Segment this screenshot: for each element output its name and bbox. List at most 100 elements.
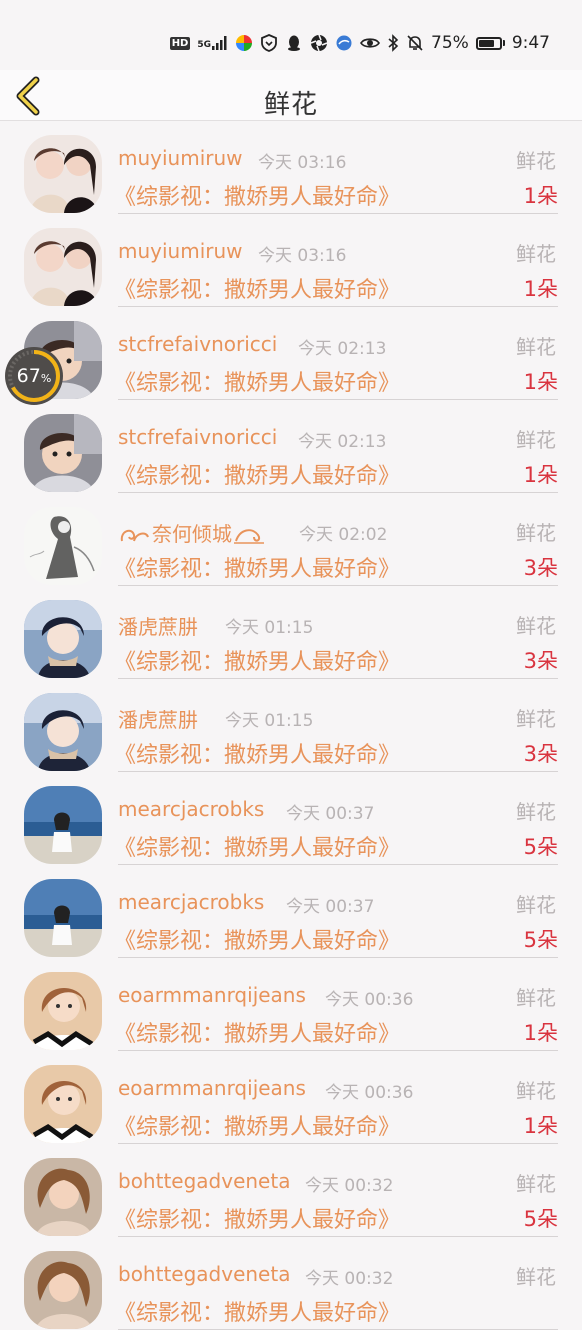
avatar[interactable]	[24, 228, 102, 306]
gift-type: 鲜花	[516, 707, 556, 731]
browser-icon	[335, 34, 353, 52]
list-item[interactable]: eoarmmanrqijeans 今天 00:36 鲜花《综影视：撒娇男人最好命》 1…	[0, 958, 582, 1051]
list-item[interactable]: mearcjacrobks 今天 00:37 鲜花《综影视：撒娇男人最好命》 5朵	[0, 772, 582, 865]
gift-type: 鲜花	[516, 149, 556, 173]
book-title-link[interactable]: 《综影视：撒娇男人最好命》	[114, 458, 400, 490]
eye-icon	[360, 34, 381, 52]
status-icons: HD 5G 75% 9:47	[169, 30, 550, 56]
book-title-link[interactable]: 《综影视：撒娇男人最好命》	[114, 1016, 400, 1048]
hd-icon: HD	[169, 36, 191, 50]
avatar[interactable]	[24, 1158, 102, 1236]
timestamp: 今天 00:37	[286, 804, 375, 824]
timestamp: 今天 00:32	[305, 1269, 394, 1289]
username[interactable]: bohttegadveneta	[118, 1169, 290, 1193]
timestamp: 今天 00:36	[325, 1083, 414, 1103]
avatar[interactable]	[24, 135, 102, 213]
gift-count: 5朵	[523, 928, 558, 952]
gift-count: 1朵	[523, 184, 558, 208]
list-item[interactable]: mearcjacrobks 今天 00:37 鲜花《综影视：撒娇男人最好命》 5朵	[0, 865, 582, 958]
book-title-link[interactable]: 《综影视：撒娇男人最好命》	[114, 1109, 400, 1141]
gift-type: 鲜花	[516, 242, 556, 266]
shield-icon	[260, 34, 278, 52]
gift-count: 5朵	[523, 1207, 558, 1231]
timestamp: 今天 02:13	[298, 339, 387, 359]
list-item[interactable]: bohttegadveneta 今天 00:32 鲜花《综影视：撒娇男人最好命》	[0, 1237, 582, 1330]
gift-count: 1朵	[523, 370, 558, 394]
avatar[interactable]	[24, 972, 102, 1050]
gift-count: 1朵	[523, 463, 558, 487]
book-title-link[interactable]: 《综影视：撒娇男人最好命》	[114, 272, 400, 304]
list-item[interactable]: stcfrefaivnoricci 今天 02:13 鲜花《综影视：撒娇男人最好命》…	[0, 400, 582, 493]
mute-bell-icon	[406, 34, 424, 52]
timestamp: 今天 02:13	[298, 432, 387, 452]
bluetooth-icon	[387, 34, 399, 52]
timestamp: 今天 01:15	[225, 618, 314, 638]
book-title-link[interactable]: 《综影视：撒娇男人最好命》	[114, 551, 400, 583]
username[interactable]: mearcjacrobks	[118, 797, 264, 821]
book-title-link[interactable]: 《综影视：撒娇男人最好命》	[114, 1202, 400, 1234]
username[interactable]: bohttegadveneta	[118, 1262, 290, 1286]
book-title-link[interactable]: 《综影视：撒娇男人最好命》	[114, 179, 400, 211]
username-text: 奈何倾城	[152, 522, 232, 546]
avatar[interactable]	[24, 786, 102, 864]
timestamp: 今天 03:16	[258, 246, 347, 266]
username[interactable]: eoarmmanrqijeans	[118, 1076, 306, 1100]
book-title-link[interactable]: 《综影视：撒娇男人最好命》	[114, 365, 400, 397]
username[interactable]: stcfrefaivnoricci	[118, 332, 277, 356]
avatar[interactable]	[24, 879, 102, 957]
gift-type: 鲜花	[516, 893, 556, 917]
battery-percent: 75%	[431, 33, 469, 53]
progress-value: 67%	[16, 365, 52, 387]
list-item[interactable]: stcfrefaivnoricci 今天 02:13 鲜花 《综影视：撒娇男人最好命》…	[0, 307, 582, 400]
username[interactable]: stcfrefaivnoricci	[118, 425, 277, 449]
avatar[interactable]	[24, 693, 102, 771]
book-title-link[interactable]: 《综影视：撒娇男人最好命》	[114, 923, 400, 955]
page-title: 鲜花	[263, 90, 318, 120]
gift-count: 3朵	[523, 742, 558, 766]
ornament-left-icon	[120, 529, 149, 542]
book-title-link[interactable]: 《综影视：撒娇男人最好命》	[114, 830, 400, 862]
username[interactable]: eoarmmanrqijeans	[118, 983, 306, 1007]
gift-count: 5朵	[523, 835, 558, 859]
gift-type: 鲜花	[516, 1265, 556, 1289]
list-item[interactable]: bohttegadveneta 今天 00:32 鲜花 《综影视：撒娇男人最好命》 5朵	[0, 1144, 582, 1237]
username[interactable]: muyiumiruw	[118, 239, 243, 263]
list-item[interactable]: muyiumiruw 今天 03:16 鲜花 《综影视：撒娇男人最好命》 1朵	[0, 214, 582, 307]
list-item[interactable]: 奈何倾城 今天 02:02 鲜花 《综影视：撒娇男人最好命》 3朵	[0, 493, 582, 586]
timestamp: 今天 00:37	[286, 897, 375, 917]
list-item[interactable]: eoarmmanrqijeans 今天 00:36 鲜花《综影视：撒娇男人最好命》 1…	[0, 1051, 582, 1144]
avatar[interactable]	[24, 414, 102, 492]
app-pinwheel-icon	[235, 34, 253, 52]
gift-count: 1朵	[523, 1114, 558, 1138]
username[interactable]: 潘虎蔗肼	[118, 704, 198, 733]
aperture-icon	[310, 34, 328, 52]
app-header: 鲜花	[0, 70, 582, 121]
gift-type: 鲜花	[516, 428, 556, 452]
gift-type: 鲜花	[516, 1079, 556, 1103]
avatar[interactable]	[24, 507, 102, 585]
book-title-link[interactable]: 《综影视：撒娇男人最好命》	[114, 737, 400, 769]
list-item[interactable]: muyiumiruw 今天 03:16 鲜花 《综影视：撒娇男人最好命》 1朵	[0, 121, 582, 214]
status-bar: HD 5G 75% 9:47	[0, 0, 582, 70]
gift-type: 鲜花	[516, 800, 556, 824]
gift-type: 鲜花	[516, 986, 556, 1010]
username[interactable]: mearcjacrobks	[118, 890, 264, 914]
username[interactable]: 奈何倾城	[118, 518, 266, 547]
book-title-link[interactable]: 《综影视：撒娇男人最好命》	[114, 644, 400, 676]
signal-icon: 5G	[197, 36, 228, 50]
avatar[interactable]	[24, 1251, 102, 1329]
floating-progress-badge[interactable]: 67%	[5, 347, 63, 405]
avatar[interactable]	[24, 600, 102, 678]
avatar[interactable]	[24, 1065, 102, 1143]
gift-count: 3朵	[523, 556, 558, 580]
username[interactable]: 潘虎蔗肼	[118, 611, 198, 640]
book-title-link[interactable]: 《综影视：撒娇男人最好命》	[114, 1295, 400, 1327]
gift-count: 1朵	[523, 1021, 558, 1045]
list-item[interactable]: 潘虎蔗肼 今天 01:15 鲜花 《综影视：撒娇男人最好命》 3朵	[0, 679, 582, 772]
gift-type: 鲜花	[516, 614, 556, 638]
gift-count: 3朵	[523, 649, 558, 673]
gift-type: 鲜花	[516, 521, 556, 545]
list-item[interactable]: 潘虎蔗肼 今天 01:15 鲜花《综影视：撒娇男人最好命》 3朵	[0, 586, 582, 679]
timestamp: 今天 00:36	[325, 990, 414, 1010]
username[interactable]: muyiumiruw	[118, 146, 243, 170]
